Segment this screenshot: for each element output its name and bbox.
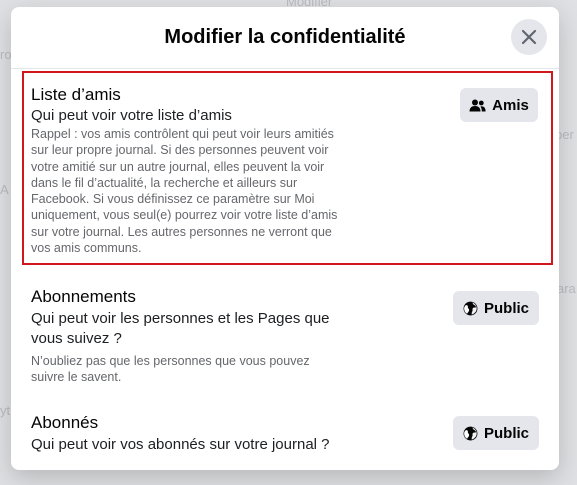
privacy-dialog: Modifier la confidentialité Liste d’amis… (11, 7, 559, 470)
followings-section: Abonnements Qui peut voir les personnes … (11, 283, 559, 393)
dialog-header: Modifier la confidentialité (11, 7, 559, 69)
globe-icon (463, 426, 478, 441)
audience-selector-button[interactable]: Amis (460, 88, 538, 122)
section-note: N’oubliez pas que les personnes que vous… (31, 354, 310, 385)
background-text: ara (557, 281, 576, 296)
audience-label: Public (483, 424, 529, 442)
section-note: Rappel : vos amis contrôlent qui peut vo… (31, 127, 338, 256)
section-subtitle: Qui peut voir votre liste d’amis (31, 107, 232, 124)
friends-icon (469, 99, 486, 112)
audience-selector-button[interactable]: Public (453, 416, 539, 450)
section-title: Liste d’amis (31, 85, 121, 104)
close-icon (521, 29, 537, 45)
section-subtitle: Qui peut voir vos abonnés sur votre jour… (31, 436, 330, 453)
audience-label: Amis (492, 96, 529, 114)
friends-list-section: Liste d’amis Qui peut voir votre liste d… (22, 71, 553, 265)
background-text: A (0, 182, 9, 197)
section-title: Abonnements (31, 287, 136, 306)
section-title: Abonnés (31, 413, 99, 432)
background-text: yt (0, 403, 11, 418)
followers-section: Abonnés Qui peut voir vos abonnés sur vo… (11, 410, 559, 470)
section-subtitle: Qui peut voir les personnes et les Pages… (31, 310, 330, 347)
globe-icon (463, 301, 478, 316)
audience-selector-button[interactable]: Public (453, 291, 539, 325)
close-button[interactable] (511, 19, 547, 55)
dialog-title: Modifier la confidentialité (164, 26, 406, 48)
background-text: ro (0, 47, 12, 62)
audience-label: Public (483, 299, 529, 317)
